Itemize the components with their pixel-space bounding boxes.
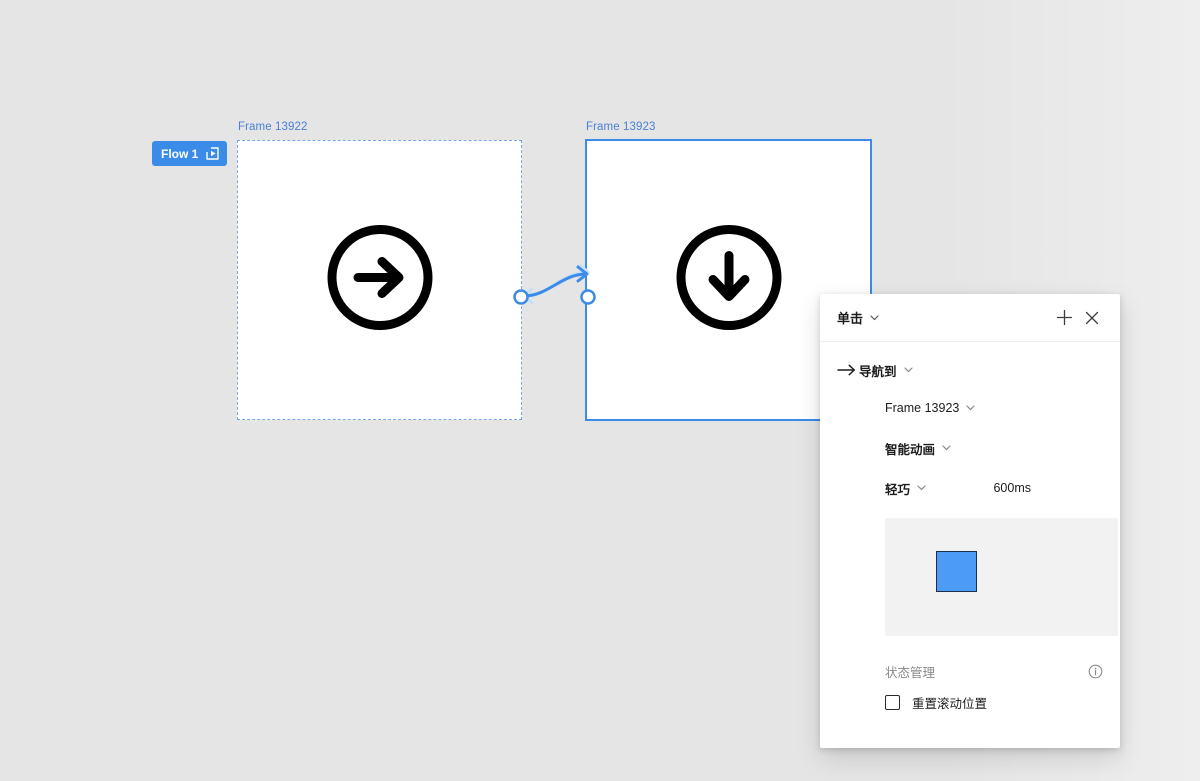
animation-chevron-down-icon[interactable] <box>942 445 951 451</box>
destination-row[interactable]: Frame 13923 <box>837 388 1103 428</box>
destination-chevron-down-icon[interactable] <box>966 405 975 411</box>
flow-badge-label: Flow 1 <box>161 146 199 161</box>
reset-scroll-label: 重置滚动位置 <box>912 696 988 711</box>
state-management-title: 状态管理 <box>885 665 936 680</box>
connector-end-handle <box>580 289 596 305</box>
panel-body: 导航到 Frame 13923 智能动画 轻巧 600ms 状态管理 重置滚动位… <box>820 342 1120 748</box>
reset-scroll-checkbox[interactable] <box>885 694 900 710</box>
animation-row[interactable]: 智能动画 <box>837 428 1103 468</box>
easing-label[interactable]: 轻巧 <box>885 479 910 498</box>
add-interaction-button[interactable] <box>1050 304 1078 332</box>
prototype-connector[interactable] <box>500 250 620 330</box>
animation-label[interactable]: 智能动画 <box>885 439 935 458</box>
easing-row[interactable]: 轻巧 600ms <box>837 468 1103 508</box>
action-row[interactable]: 导航到 <box>837 342 1103 388</box>
easing-preview-square <box>936 551 977 592</box>
action-label[interactable]: 导航到 <box>859 361 897 380</box>
duration-value[interactable]: 600ms <box>993 481 1103 495</box>
panel-header: 单击 <box>820 294 1120 342</box>
flow-badge[interactable]: Flow 1 <box>152 141 228 166</box>
arrow-right-circle-icon <box>324 222 436 339</box>
easing-preview[interactable] <box>885 518 1118 636</box>
action-chevron-down-icon[interactable] <box>903 367 913 373</box>
easing-chevron-down-icon[interactable] <box>917 485 926 491</box>
close-panel-button[interactable] <box>1078 304 1106 332</box>
connector-start-handle <box>513 289 529 305</box>
trigger-chevron-down-icon[interactable] <box>870 314 879 321</box>
info-icon[interactable] <box>1088 664 1103 679</box>
arrow-right-icon <box>837 364 859 376</box>
frame-13922[interactable] <box>237 140 522 420</box>
arrow-down-circle-icon <box>673 222 785 339</box>
frame-label-13922[interactable]: Frame 13922 <box>238 121 308 133</box>
interaction-details-panel[interactable]: 单击 导航到 Frame 13923 智能动画 轻巧 600ms 状态管理 重置… <box>820 294 1120 748</box>
play-in-frame-icon[interactable] <box>205 146 220 161</box>
reset-scroll-row[interactable]: 重置滚动位置 <box>837 685 1103 719</box>
frame-label-13923[interactable]: Frame 13923 <box>586 121 656 133</box>
destination-label[interactable]: Frame 13923 <box>885 401 959 415</box>
state-management-row: 状态管理 <box>837 657 1103 685</box>
trigger-label[interactable]: 单击 <box>837 308 863 327</box>
